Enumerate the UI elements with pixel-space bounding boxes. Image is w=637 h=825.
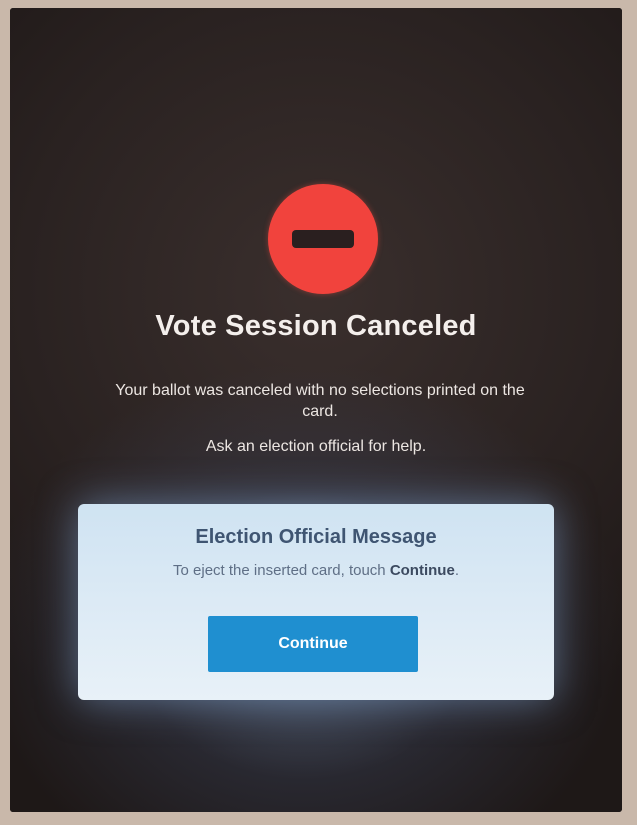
panel-title: Election Official Message — [195, 526, 437, 548]
device-frame: Vote Session Canceled Your ballot was ca… — [10, 8, 622, 812]
panel-message-prefix: To eject the inserted card, touch — [173, 562, 390, 579]
continue-button[interactable]: Continue — [208, 616, 418, 672]
stop-bar — [292, 230, 354, 248]
page-title: Vote Session Canceled — [155, 310, 477, 342]
panel-message-emphasis: Continue — [389, 562, 455, 579]
panel-message: To eject the inserted card, touch Contin… — [78, 562, 554, 579]
cancel-description: Your ballot was canceled with no selecti… — [115, 382, 525, 420]
election-official-panel: Election Official Message To eject the i… — [78, 504, 554, 700]
stop-circle-icon — [268, 184, 378, 294]
panel-message-suffix: . — [454, 562, 459, 579]
help-text: Ask an election official for help. — [205, 438, 427, 455]
voting-screen: Vote Session Canceled Your ballot was ca… — [10, 8, 622, 812]
